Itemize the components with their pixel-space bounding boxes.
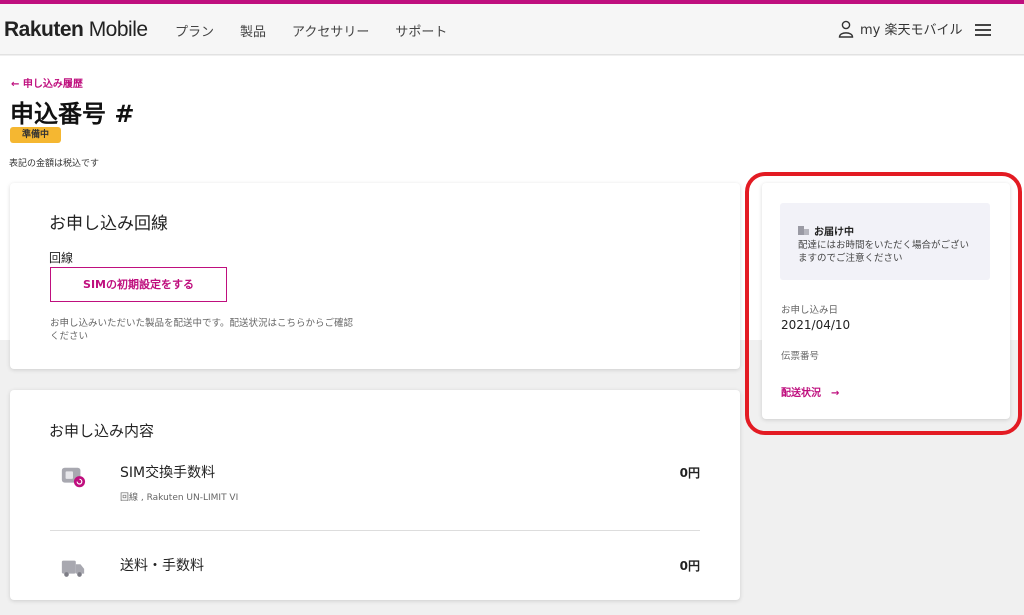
item-sub: 回線 , Rakuten UN-LIMIT VI bbox=[120, 493, 239, 503]
item-name: SIM交換手数料 bbox=[120, 465, 216, 481]
nav-item-products[interactable]: 製品 bbox=[240, 21, 266, 40]
user-icon bbox=[838, 20, 854, 38]
shipping-note: お申し込みいただいた製品を配送中です。配送状況はこちらからご確認ください bbox=[50, 318, 354, 342]
order-card: お申し込み内容 SIM交換手数料 回線 , Rakuten UN-LIMIT V… bbox=[10, 390, 740, 600]
logo-text: Rakuten bbox=[4, 18, 84, 41]
sim-card-icon bbox=[61, 467, 86, 488]
my-rakuten-label: my 楽天モバイル bbox=[860, 23, 963, 38]
tax-note: 表記の金額は税込です bbox=[9, 159, 100, 169]
status-badge: 準備中 bbox=[10, 127, 62, 143]
nav-item-plan[interactable]: プラン bbox=[175, 21, 214, 40]
line-card-title: お申し込み回線 bbox=[49, 214, 168, 234]
line-card: お申し込み回線 回線 SIMの初期設定をする お申し込みいただいた製品を配送中で… bbox=[10, 183, 740, 369]
divider bbox=[50, 530, 700, 531]
highlight-circle bbox=[745, 172, 1022, 435]
item-price: 0円 bbox=[679, 466, 700, 480]
my-rakuten-link[interactable]: my 楽天モバイル bbox=[838, 19, 963, 38]
rakuten-mobile-logo[interactable]: Rakuten Mobile bbox=[4, 18, 148, 42]
page-title: 申込番号 # bbox=[10, 100, 135, 128]
item-price: 0円 bbox=[679, 559, 700, 573]
back-to-history-link[interactable]: ← 申し込み履歴 bbox=[11, 75, 83, 90]
main-nav: プラン 製品 アクセサリー サポート bbox=[175, 21, 447, 40]
logo-text-light: Mobile bbox=[83, 18, 148, 41]
line-label: 回線 bbox=[49, 251, 74, 265]
nav-item-accessories[interactable]: アクセサリー bbox=[292, 21, 369, 40]
sim-setup-button[interactable]: SIMの初期設定をする bbox=[50, 267, 227, 302]
order-card-title: お申し込み内容 bbox=[49, 422, 155, 440]
truck-icon bbox=[61, 560, 85, 577]
item-name: 送料・手数料 bbox=[120, 558, 204, 574]
site-header: Rakuten Mobile プラン 製品 アクセサリー サポート my 楽天モ… bbox=[0, 4, 1024, 55]
hamburger-menu-icon[interactable] bbox=[975, 24, 991, 36]
nav-item-support[interactable]: サポート bbox=[395, 21, 447, 40]
